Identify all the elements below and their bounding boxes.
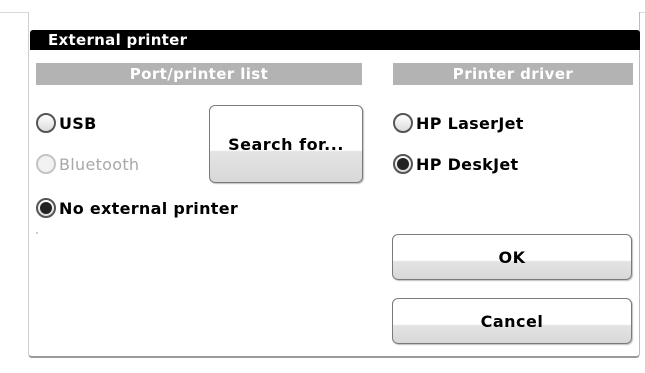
radio-no-external-printer-label: No external printer (59, 198, 239, 218)
radio-usb-label: USB (59, 113, 97, 133)
radio-no-external-printer-button[interactable] (36, 198, 56, 218)
radio-hp-laserjet-label: HP LaserJet (416, 113, 524, 133)
dialog-titlebar: External printer (30, 30, 640, 50)
radio-hp-deskjet-button[interactable] (393, 154, 413, 174)
radio-hp-deskjet[interactable]: HP DeskJet (393, 152, 518, 176)
radio-bluetooth: Bluetooth (36, 152, 139, 176)
radio-hp-deskjet-label: HP DeskJet (416, 154, 519, 174)
radio-hp-laserjet-button[interactable] (393, 113, 413, 133)
radio-usb[interactable]: USB (36, 111, 97, 135)
ok-button[interactable]: OK (392, 234, 632, 280)
radio-usb-button[interactable] (36, 113, 56, 133)
radio-bluetooth-label: Bluetooth (59, 154, 140, 174)
separator-tick (36, 232, 38, 234)
port-list-header: Port/printer list (36, 63, 362, 85)
radio-no-external-printer[interactable]: No external printer (36, 196, 238, 220)
radio-hp-laserjet[interactable]: HP LaserJet (393, 111, 524, 135)
cancel-button[interactable]: Cancel (392, 298, 632, 344)
search-for-button[interactable]: Search for... (209, 105, 363, 183)
dialog-title: External printer (48, 31, 188, 49)
radio-bluetooth-button (36, 154, 56, 174)
printer-driver-header: Printer driver (393, 63, 633, 85)
